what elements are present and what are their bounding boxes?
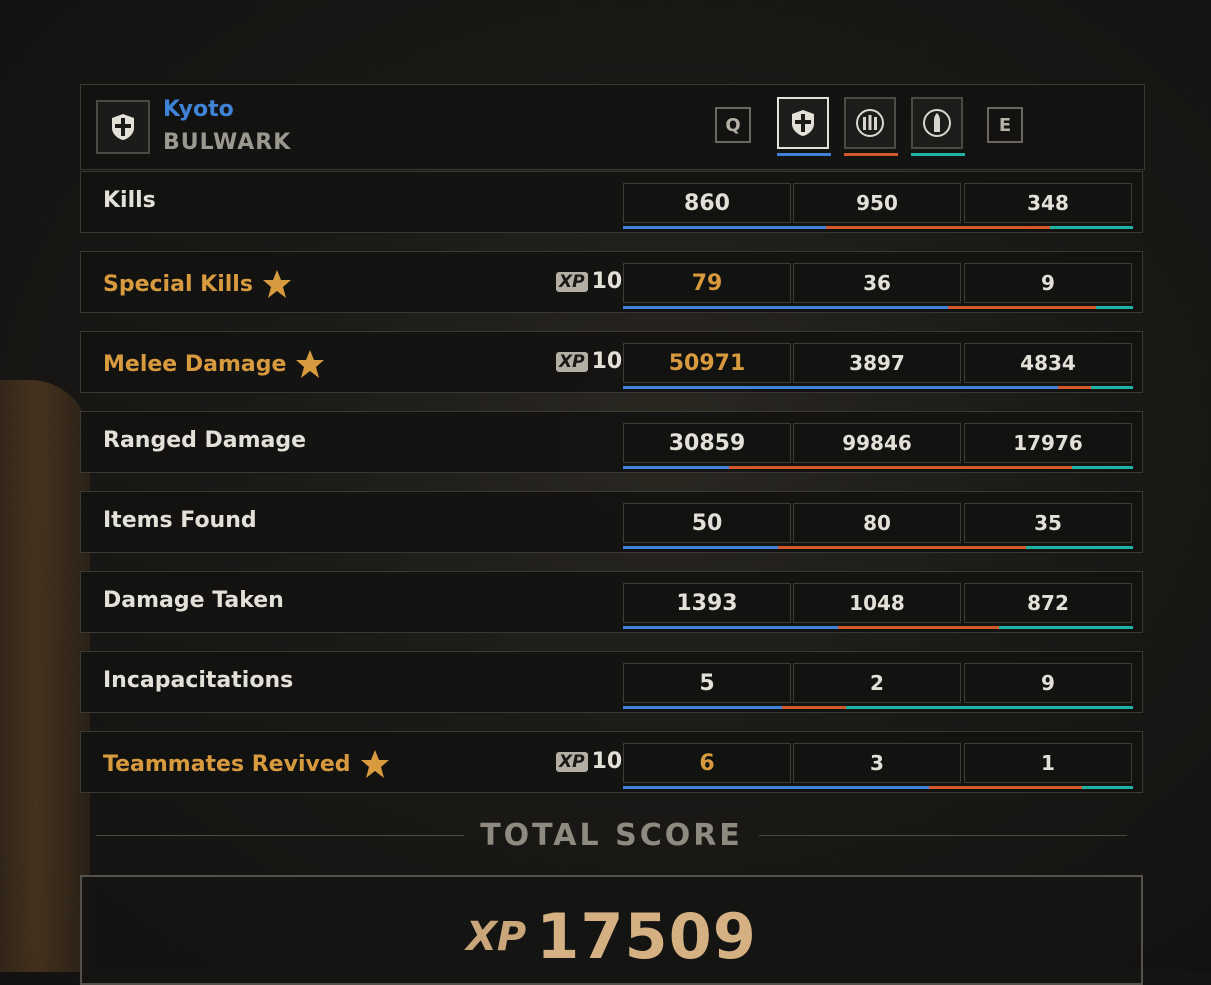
stat-share-bar: [623, 626, 1133, 629]
stat-value-player1: 860: [623, 183, 791, 223]
star-icon: [262, 270, 291, 298]
stat-label: Damage Taken: [103, 588, 284, 613]
stat-value-player3: 872: [964, 583, 1132, 623]
stat-row-items-found: Items Found 50 80 35: [80, 491, 1143, 553]
stat-value-player2: 3: [793, 743, 961, 783]
stat-share-bar: [623, 786, 1133, 789]
xp-icon: XP: [466, 913, 527, 960]
player-tab-ammo[interactable]: [844, 97, 896, 149]
stat-value-player1: 30859: [623, 423, 791, 463]
stat-label: Incapacitations: [103, 668, 294, 693]
xp-reward: XP 10: [556, 749, 622, 774]
stat-row-incapacitations: Incapacitations 5 2 9: [80, 651, 1143, 713]
stat-share-bar: [623, 546, 1133, 549]
stat-label: Kills: [103, 188, 156, 213]
stat-label: Melee Damage: [103, 348, 326, 380]
star-icon: [296, 350, 325, 378]
stat-value-player3: 35: [964, 503, 1132, 543]
stat-value-player1: 50971: [623, 343, 791, 383]
stat-label: Ranged Damage: [103, 428, 307, 453]
player-tab-bullet[interactable]: [911, 97, 963, 149]
stat-row-ranged-damage: Ranged Damage 30859 99846 17976: [80, 411, 1143, 473]
stat-value-player3: 17976: [964, 423, 1132, 463]
bullet-class-icon: [923, 109, 951, 137]
background-artwork: [0, 380, 90, 972]
stat-value-player3: 9: [964, 663, 1132, 703]
stat-value-player1: 50: [623, 503, 791, 543]
stat-value-player2: 99846: [793, 423, 961, 463]
ammo-class-icon: [856, 109, 884, 137]
stat-value-player3: 4834: [964, 343, 1132, 383]
stat-share-bar: [623, 466, 1133, 469]
stat-value-player1: 6: [623, 743, 791, 783]
stat-value-player3: 9: [964, 263, 1132, 303]
stat-label: Special Kills: [103, 268, 293, 300]
player-tab-bullet-indicator: [911, 153, 965, 156]
stat-value-player1: 5: [623, 663, 791, 703]
xp-icon: XP: [556, 271, 588, 292]
stat-label: Items Found: [103, 508, 257, 533]
stat-label: Teammates Revived: [103, 748, 391, 780]
stat-value-player2: 36: [793, 263, 961, 303]
stat-row-special-kills: Special Kills XP 10 79 36 9: [80, 251, 1143, 313]
stat-share-bar: [623, 226, 1133, 229]
stat-row-kills: Kills 860 950 348: [80, 171, 1143, 233]
prev-player-key[interactable]: Q: [715, 107, 751, 143]
xp-reward: XP 10: [556, 349, 622, 374]
stat-value-player2: 3897: [793, 343, 961, 383]
stat-share-bar: [623, 706, 1133, 709]
class-shield-icon: [96, 100, 150, 154]
stat-value-player2: 1048: [793, 583, 961, 623]
total-score-header: TOTAL SCORE: [80, 815, 1143, 855]
stat-value-player3: 348: [964, 183, 1132, 223]
total-score: XP 17509: [80, 900, 1143, 973]
player-tab-ammo-indicator: [844, 153, 898, 156]
stat-value-player2: 80: [793, 503, 961, 543]
stat-row-melee-damage: Melee Damage XP 10 50971 3897 4834: [80, 331, 1143, 393]
stat-value-player3: 1: [964, 743, 1132, 783]
stat-value-player2: 950: [793, 183, 961, 223]
total-score-title: TOTAL SCORE: [480, 817, 743, 853]
xp-reward: XP 10: [556, 269, 622, 294]
stat-row-teammates-revived: Teammates Revived XP 10 6 3 1: [80, 731, 1143, 793]
player-tab-shield[interactable]: [777, 97, 829, 149]
stat-share-bar: [623, 306, 1133, 309]
stat-value-player2: 2: [793, 663, 961, 703]
player-class: BULWARK: [163, 130, 292, 155]
total-score-value: 17509: [536, 900, 757, 973]
player-name: Kyoto: [163, 97, 234, 122]
player-header: Kyoto BULWARK Q E: [80, 84, 1145, 170]
xp-icon: XP: [556, 351, 588, 372]
stat-value-player1: 1393: [623, 583, 791, 623]
stat-share-bar: [623, 386, 1133, 389]
stat-value-player1: 79: [623, 263, 791, 303]
player-tab-shield-indicator: [777, 153, 831, 156]
next-player-key[interactable]: E: [987, 107, 1023, 143]
xp-icon: XP: [556, 751, 588, 772]
shield-class-icon: [792, 110, 814, 136]
stat-row-damage-taken: Damage Taken 1393 1048 872: [80, 571, 1143, 633]
star-icon: [360, 750, 389, 778]
